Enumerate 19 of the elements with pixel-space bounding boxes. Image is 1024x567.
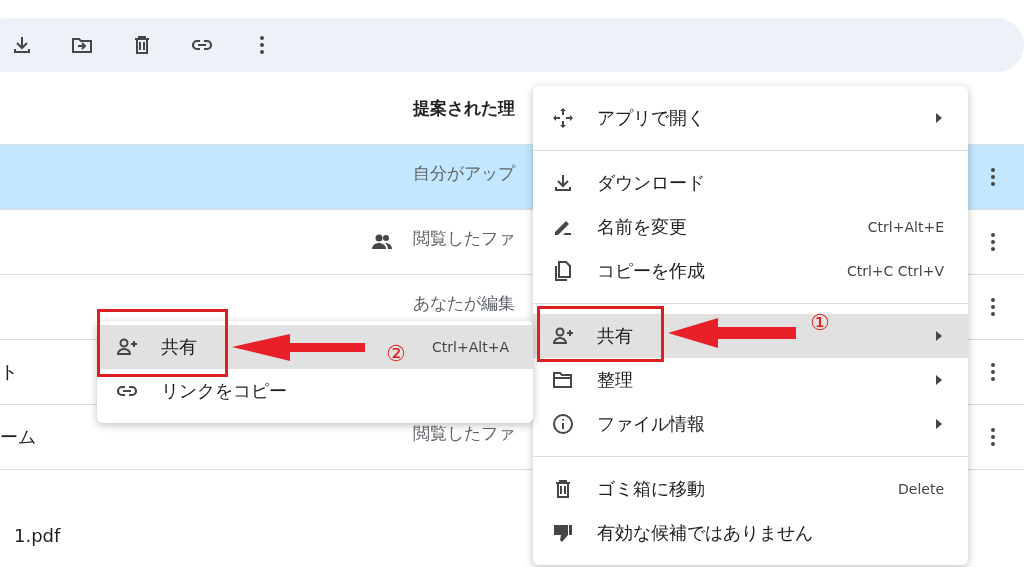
info-icon — [551, 412, 575, 436]
suggestion-reason: 閲覧したファ — [413, 227, 515, 248]
file-name: ト — [0, 361, 18, 382]
step-number: ② — [386, 343, 406, 365]
suggestion-reason: 自分がアップ — [413, 162, 515, 183]
file-name: 1.pdf — [14, 524, 61, 546]
menu-item[interactable]: 整理 — [533, 358, 968, 402]
move-arrows-icon — [551, 106, 575, 130]
suggestion-reason: あなたが編集 — [413, 292, 515, 313]
menu-item[interactable]: リンクをコピー — [97, 369, 533, 413]
menu-item[interactable]: アプリで開く — [533, 96, 968, 140]
menu-item[interactable]: ゴミ箱に移動 Delete — [533, 467, 968, 511]
step-number: ① — [810, 312, 830, 334]
menu-item[interactable]: ダウンロード — [533, 161, 968, 205]
menu-item[interactable]: 有効な候補ではありません — [533, 511, 968, 555]
file-name: ーム — [0, 426, 36, 447]
suggestion-reason: 閲覧したファ — [413, 422, 515, 443]
menu-item[interactable]: ファイル情報 — [533, 402, 968, 446]
column-header[interactable]: 提案された理 — [413, 96, 515, 120]
